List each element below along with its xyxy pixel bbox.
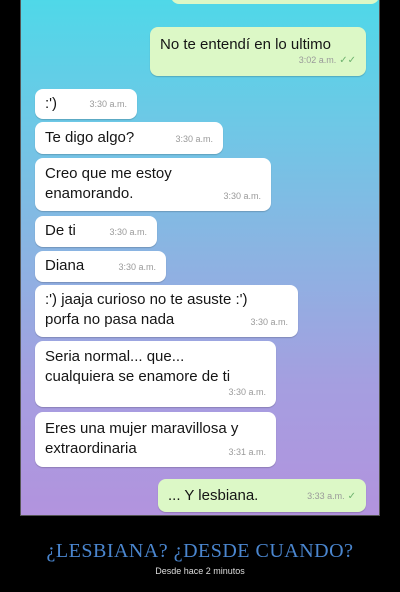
message-incoming[interactable]: De ti 3:30 a.m. bbox=[35, 216, 157, 247]
message-incoming[interactable]: :') jaaja curioso no te asuste :') porfa… bbox=[35, 285, 298, 337]
message-time: 3:30 a.m. bbox=[228, 387, 266, 397]
message-text: Seria normal... que... cualquiera se ena… bbox=[45, 348, 231, 385]
message-time: 3:30 a.m. bbox=[175, 134, 213, 144]
delivered-check-icon: ✓ bbox=[347, 491, 356, 502]
message-incoming[interactable]: :') 3:30 a.m. bbox=[35, 89, 137, 119]
message-time: 3:30 a.m. bbox=[250, 317, 288, 327]
message-time: 3:31 a.m. bbox=[228, 447, 266, 457]
message-time: 3:33 a.m. ✓ bbox=[307, 491, 356, 502]
chat-screenshot: No te entendí en lo ultimo 3:02 a.m. ✓✓ :… bbox=[21, 0, 379, 515]
message-time: 3:30 a.m. bbox=[223, 191, 261, 201]
caption-title: ¿LESBIANA? ¿DESDE CUANDO? bbox=[46, 540, 354, 562]
message-incoming[interactable]: Creo que me estoy enamorando. 3:30 a.m. bbox=[35, 158, 271, 211]
message-time: 3:02 a.m. ✓✓ bbox=[298, 55, 356, 66]
message-incoming[interactable]: Te digo algo? 3:30 a.m. bbox=[35, 122, 223, 154]
message-time: 3:30 a.m. bbox=[89, 99, 127, 109]
read-receipt-icon: ✓✓ bbox=[339, 55, 356, 66]
message-outgoing[interactable]: No te entendí en lo ultimo 3:02 a.m. ✓✓ bbox=[150, 27, 366, 76]
message-incoming[interactable]: Seria normal... que... cualquiera se ena… bbox=[35, 341, 276, 407]
message-time: 3:30 a.m. bbox=[118, 262, 156, 272]
message-incoming[interactable]: Diana 3:30 a.m. bbox=[35, 251, 166, 282]
message-time: 3:30 a.m. bbox=[109, 227, 147, 237]
message-incoming[interactable]: Eres una mujer maravillosa y extraordina… bbox=[35, 412, 276, 467]
caption-subtitle: Desde hace 2 minutos bbox=[155, 566, 245, 576]
message-outgoing[interactable]: ... Y lesbiana. 3:33 a.m. ✓ bbox=[158, 479, 366, 512]
previous-message-edge bbox=[171, 0, 379, 4]
